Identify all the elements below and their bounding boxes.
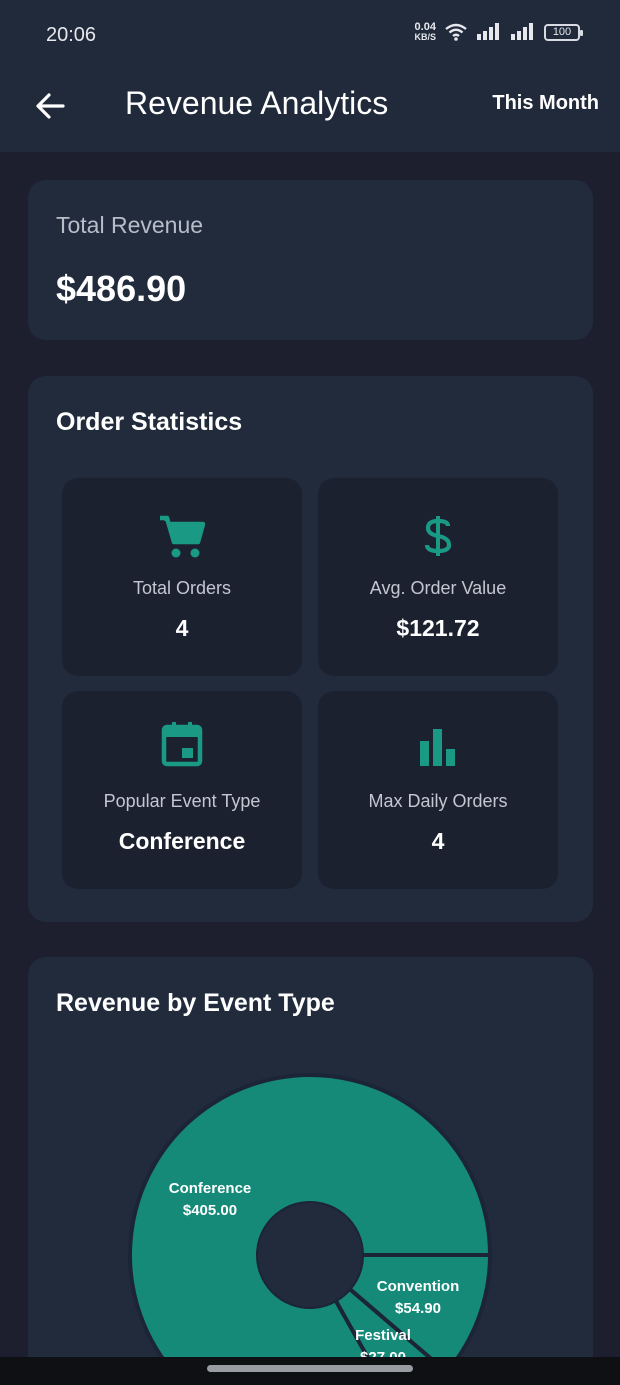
pie-slice-name: Festival [355,1327,411,1344]
home-indicator[interactable] [207,1365,413,1372]
total-revenue-value: $486.90 [56,268,187,309]
stat-label: Max Daily Orders [368,791,508,811]
stat-tile-max-daily-orders: Max Daily Orders 4 [318,691,558,889]
signal-icon-2 [511,23,533,40]
revenue-by-event-type-card: Revenue by Event Type Conference $405.00 C… [28,957,593,1385]
page-title: Revenue Analytics [125,85,389,121]
stat-label: Avg. Order Value [369,578,507,598]
status-bar: 20:06 0.04 KB/S 100 [0,0,620,70]
period-selector-button[interactable]: This Month [492,92,599,115]
pie-center-hole [258,1203,362,1307]
system-nav-bar [0,1357,620,1385]
app-bar: Revenue Analytics This Month [0,70,620,152]
stat-tile-avg-order-value: Avg. Order Value $121.72 [318,478,558,676]
network-speed-value: 0.04 [414,21,436,33]
stat-value: 4 [175,615,189,641]
network-speed-unit: KB/S [414,32,436,42]
stat-tile-total-orders: Total Orders 4 [62,478,302,676]
network-speed: 0.04 KB/S [414,21,436,43]
arrow-left-icon [36,93,65,119]
status-time: 20:06 [46,24,97,46]
bar-chart-icon [420,729,455,766]
order-statistics-card: Order Statistics Total Orders 4 Avg. Ord… [28,376,593,922]
stat-value: $121.72 [396,615,480,641]
battery-icon: 100 [544,23,583,41]
stat-value: 4 [431,828,445,854]
stat-tile-popular-event-type: Popular Event Type Conference [62,691,302,889]
dollar-icon [424,516,452,556]
pie-slice-value: $405.00 [183,1202,237,1219]
pie-slice-name: Convention [377,1278,460,1295]
pie-slice-name: Conference [169,1180,252,1197]
order-statistics-title: Order Statistics [56,408,243,436]
stat-value: Conference [118,828,246,854]
wifi-icon [445,23,467,41]
pie-slice-value: $54.90 [395,1300,441,1317]
status-icons: 0.04 KB/S 100 [414,21,583,43]
stat-label: Popular Event Type [103,791,261,811]
total-revenue-label: Total Revenue [56,212,204,238]
signal-icon [477,23,499,40]
stat-label: Total Orders [132,578,232,598]
total-revenue-card: Total Revenue $486.90 [28,180,593,340]
back-button[interactable] [28,84,72,128]
cart-icon [160,515,206,558]
revenue-pie-chart: Conference $405.00 Convention $54.90 Festiva… [128,1073,493,1385]
calendar-icon [161,722,203,767]
